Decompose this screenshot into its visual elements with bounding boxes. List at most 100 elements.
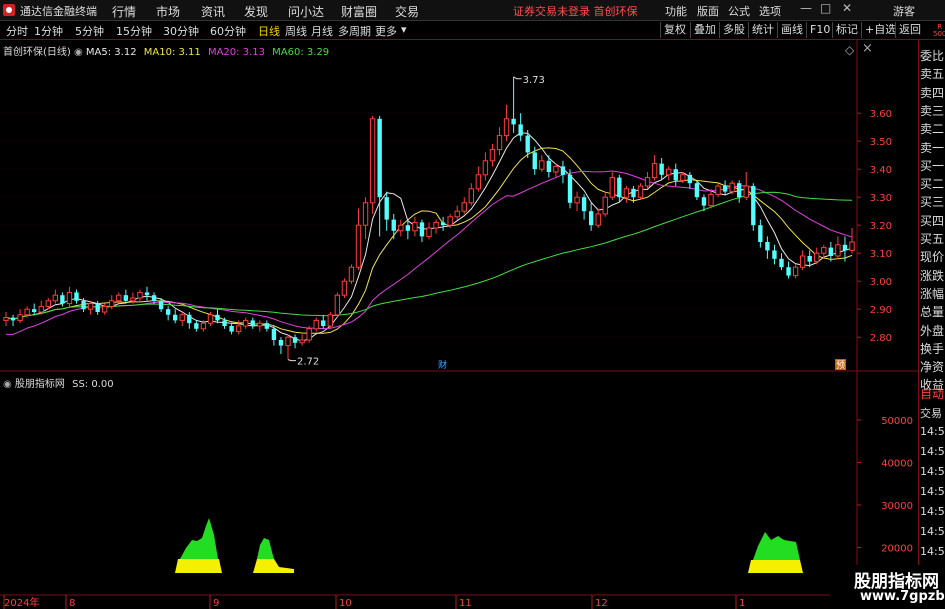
candle-body-up (539, 160, 545, 170)
candle-body-down (673, 169, 678, 181)
ma10-label: MA10: 3.11 (143, 47, 201, 58)
candle-body-down (532, 152, 537, 170)
candle-body-up (609, 177, 615, 198)
price-tick-label: 3.50 (870, 137, 892, 148)
period-multi[interactable]: 多周期 (338, 23, 371, 39)
indicator-title: 股朋指标网 (14, 379, 65, 390)
btn-fuquan[interactable]: 复权 (660, 22, 689, 38)
btn-duogu[interactable]: 多股 (719, 22, 748, 38)
ind-green-peak-3 (753, 532, 800, 560)
btn-huaxian[interactable]: 画线 (777, 22, 806, 38)
candle-body-down (779, 258, 784, 268)
chart-area[interactable]: 3.60 3.50 3.40 3.30 3.20 3.10 3.00 2.90 2.80 3.73… (0, 40, 918, 609)
r-badge-bottom: 500 (933, 30, 945, 38)
menu-hangqing[interactable]: 行情 (112, 3, 136, 20)
user-guest[interactable]: 游客 (893, 3, 915, 19)
ind-yellow-band-1 (175, 559, 222, 573)
btn-biaoji[interactable]: 标记 (832, 22, 861, 38)
trade-label-1[interactable]: 交易 (920, 405, 945, 421)
quote-field-12: 涨跌 (920, 268, 945, 283)
candle-body-up (306, 328, 312, 341)
candle-body-down (187, 314, 192, 324)
menu-banmian[interactable]: 版面 (697, 3, 719, 19)
trade-login-status[interactable]: 证券交易未登录 首创环保 (513, 3, 638, 19)
quote-field-7: 买二 (920, 177, 945, 192)
btn-diejia[interactable]: 叠加 (690, 22, 719, 38)
candle-body-down (391, 219, 396, 231)
candle-body-up (348, 266, 355, 282)
ind-tick-label: 40000 (881, 459, 913, 470)
candle-body-down (659, 163, 664, 175)
x-axis-label: 12 (595, 598, 608, 609)
candle-body-down (250, 320, 255, 326)
ind-green-peak-1 (180, 518, 218, 559)
btn-tongji[interactable]: 统计 (748, 22, 777, 38)
quote-field-4: 卖二 (920, 122, 945, 137)
menu-gongneng[interactable]: 功能 (665, 3, 687, 19)
high-price-label: 3.73 (523, 75, 545, 86)
period-1min[interactable]: 1分钟 (34, 23, 63, 39)
candle-body-down (32, 309, 37, 312)
close-panel-icon[interactable]: × (862, 41, 873, 56)
menu-wenxiaoda[interactable]: 问小达 (288, 3, 324, 20)
candle-body-up (602, 196, 608, 215)
candle-body-up (17, 314, 23, 321)
period-more[interactable]: 更多 (375, 23, 397, 39)
menu-zixun[interactable]: 资讯 (201, 3, 225, 20)
kline-chart-svg[interactable]: 3.60 3.50 3.40 3.30 3.20 3.10 3.00 2.90 2.80 3.73… (0, 40, 918, 609)
candle-body-down (765, 242, 770, 251)
candle-body-down (165, 309, 171, 315)
candle-body-up (137, 291, 143, 299)
price-tick-label: 3.10 (870, 249, 892, 260)
settings-icon[interactable]: ◉ (74, 47, 86, 58)
menu-faxian[interactable]: 发现 (244, 3, 268, 20)
candle-body-up (468, 188, 474, 204)
candle-body-down (786, 267, 791, 276)
ind-green-peak-2 (257, 538, 274, 559)
candle-body-down (158, 300, 164, 310)
candle-body-up (369, 118, 376, 204)
period-60min[interactable]: 60分钟 (210, 23, 246, 39)
quote-field-10: 买五 (920, 232, 945, 246)
tick-time-5: 14:56 (920, 485, 945, 498)
minimize-icon[interactable]: — (800, 1, 812, 15)
period-30min[interactable]: 30分钟 (163, 23, 199, 39)
candle-body-up (66, 291, 73, 305)
candle-body-up (729, 182, 735, 193)
candle-body-up (715, 185, 721, 195)
indicator-settings-icon[interactable]: ◉ (3, 379, 15, 390)
menu-caifuquan[interactable]: 财富圈 (341, 3, 377, 20)
candle-body-down (123, 295, 129, 301)
trade-label-0[interactable]: 自动 (920, 385, 945, 402)
btn-back[interactable]: 返回 (895, 22, 924, 38)
btn-f10[interactable]: F10 (806, 22, 833, 38)
candle-body-down (722, 186, 728, 192)
period-5min[interactable]: 5分钟 (75, 23, 104, 39)
menu-gongshi[interactable]: 公式 (728, 3, 750, 19)
btn-add-favorite[interactable]: +自选 (861, 22, 899, 38)
chevron-down-icon[interactable]: ▾ (401, 23, 407, 36)
quote-field-16: 换手 (920, 341, 945, 356)
candle-body-down (173, 314, 178, 321)
period-monthly[interactable]: 月线 (311, 23, 333, 39)
candle-body-up (553, 165, 559, 173)
menu-shichang[interactable]: 市场 (156, 3, 180, 20)
quote-side-panel: R 500 委比 卖五 卖四 卖三 卖二 卖一 买一 买二 买三 买四 买五 现价 涨跌 涨幅 总量 外盘 换手… (918, 24, 945, 609)
candle-body-down (264, 323, 270, 329)
candle-body-down (292, 337, 298, 343)
menu-xuanxiang[interactable]: 选项 (759, 3, 781, 19)
period-weekly[interactable]: 周线 (285, 23, 307, 39)
ma60-label: MA60: 3.29 (272, 47, 330, 58)
menu-jiaoyi[interactable]: 交易 (395, 3, 419, 20)
candle-body-up (257, 322, 263, 327)
candle-body-down (758, 225, 763, 242)
candle-body-up (243, 319, 249, 327)
period-fenshi[interactable]: 分时 (6, 23, 28, 39)
close-icon[interactable]: ✕ (842, 1, 852, 15)
maximize-icon[interactable]: □ (820, 1, 831, 15)
period-daily[interactable]: 日线 (258, 23, 280, 39)
diamond-icon[interactable]: ◇ (845, 43, 854, 57)
period-15min[interactable]: 15分钟 (116, 23, 152, 39)
candle-body-up (334, 294, 341, 316)
candle-body-down (419, 222, 425, 237)
